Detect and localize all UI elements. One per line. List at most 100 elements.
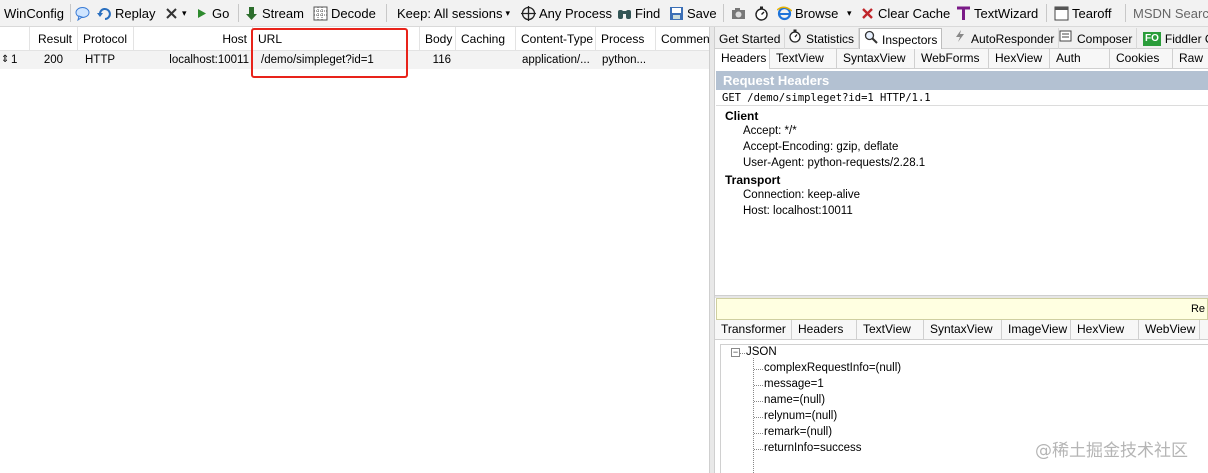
comment-button[interactable] [75,4,90,23]
session-result: 200 [43,54,63,66]
response-tab-textview[interactable]: TextView [857,320,924,340]
json-root-expander[interactable]: − [731,348,740,357]
tab-composer[interactable]: Composer [1055,28,1138,49]
json-node-remark[interactable]: remark=(null) [764,426,832,438]
tab-inspectors-label: Inspectors [882,32,938,47]
json-node-message[interactable]: message=1 [764,378,824,390]
textwizard-button[interactable]: TextWizard [956,4,1038,23]
response-tab-transformer[interactable]: Transformer [715,320,792,340]
toolbar-separator [723,4,724,22]
binoculars-icon [617,6,632,21]
tab-inspectors[interactable]: Inspectors [859,28,943,50]
timer-button[interactable] [754,4,769,23]
request-tab-textview[interactable]: TextView [770,49,837,69]
request-tab-cookies[interactable]: Cookies [1110,49,1173,69]
decode-label: Decode [331,6,376,21]
msdn-search-field[interactable]: MSDN Searc [1133,4,1208,23]
any-process-button[interactable]: Any Process [521,4,612,23]
header-group-client[interactable]: Client [725,109,758,123]
request-tab-syntaxview[interactable]: SyntaxView [837,49,915,69]
clear-cache-button[interactable]: Clear Cache [860,4,950,23]
request-tab-webforms[interactable]: WebForms [915,49,989,69]
header-host[interactable]: Host: localhost:10011 [743,205,853,217]
play-icon [194,6,209,21]
screenshot-button[interactable] [731,4,746,23]
response-tab-hexview[interactable]: HexView [1071,320,1139,340]
header-user-agent[interactable]: User-Agent: python-requests/2.28.1 [743,157,925,169]
json-node-relynum[interactable]: relynum=(null) [764,410,837,422]
request-tab-headers[interactable]: Headers [715,49,770,69]
tab-fiddler-orchestra[interactable]: FO Fiddler Or [1139,28,1208,49]
find-button[interactable]: Find [617,4,660,23]
json-node-name[interactable]: name=(null) [764,394,825,406]
column-header-host[interactable]: Host [134,27,253,51]
tree-connector [754,369,763,370]
json-node-complexrequestinfo[interactable]: complexRequestInfo=(null) [764,362,901,374]
header-accept-encoding[interactable]: Accept-Encoding: gzip, deflate [743,141,898,153]
stopwatch-icon [754,6,769,21]
inspector-pane: Get Started Statistics Inspectors AutoRe… [715,27,1208,473]
magnifier-icon [864,30,878,50]
fo-badge-icon: FO [1143,31,1161,46]
toolbar-separator [1125,4,1126,22]
browse-dropdown[interactable]: ▾ [847,4,852,23]
header-accept[interactable]: Accept: */* [743,125,797,137]
save-label: Save [687,6,717,21]
column-header-process[interactable]: Process [596,27,656,51]
column-header-protocol[interactable]: Protocol [78,27,134,51]
tab-autoresponder[interactable]: AutoResponder [949,28,1060,49]
crosshair-icon [521,6,536,21]
request-tab-auth[interactable]: Auth [1050,49,1110,69]
session-caching [456,51,516,69]
response-tab-webview[interactable]: WebView [1139,320,1200,340]
replay-button[interactable]: Replay [97,4,155,23]
clear-cache-x-icon [860,6,875,21]
tab-statistics[interactable]: Statistics [784,28,860,49]
header-connection[interactable]: Connection: keep-alive [743,189,860,201]
save-button[interactable]: Save [669,4,717,23]
tab-get-started-label: Get Started [719,31,781,46]
session-process: python... [602,54,647,66]
column-header-url[interactable]: URL [253,27,420,51]
column-header-comment[interactable]: Comment [656,27,709,51]
tab-composer-label: Composer [1077,31,1133,46]
json-root-node[interactable]: JSON [746,346,777,358]
decode-button[interactable]: Decode [313,4,376,23]
winconfig-button[interactable]: WinConfig [4,4,64,23]
response-info-bar[interactable]: Re [716,298,1208,320]
remove-button[interactable]: ▾ [164,4,187,23]
chevron-down-icon: ▾ [182,8,187,18]
go-button[interactable]: Go [194,4,229,23]
column-header-result[interactable]: Result [30,27,78,51]
replay-icon [97,6,112,21]
json-node-returninfo[interactable]: returnInfo=success [764,442,861,454]
column-header-caching[interactable]: Caching [456,27,516,51]
header-group-transport[interactable]: Transport [725,173,780,187]
request-tab-hexview[interactable]: HexView [989,49,1050,69]
go-label: Go [212,6,230,21]
tab-statistics-label: Statistics [806,31,855,46]
tab-get-started[interactable]: Get Started [715,28,786,49]
response-tab-headers[interactable]: Headers [792,320,857,340]
session-body: 116 [432,54,451,66]
tree-connector [754,401,763,402]
response-tab-imageview[interactable]: ImageView [1002,320,1071,340]
tearoff-button[interactable]: Tearoff [1054,4,1112,23]
browse-button[interactable]: Browse [776,4,838,23]
session-row[interactable]: ⇕ 1 200 HTTP localhost:10011 /demo/simpl… [0,51,709,69]
keep-sessions-dropdown[interactable]: Keep: All sessions ▾ [397,4,510,23]
stopwatch-icon [788,29,802,49]
clear-cache-label: Clear Cache [878,6,951,21]
camera-icon [731,6,746,21]
tab-fiddler-orchestra-label: Fiddler Or [1164,31,1208,46]
response-tab-syntaxview[interactable]: SyntaxView [924,320,1002,340]
column-header-content-type[interactable]: Content-Type [516,27,596,51]
tree-connector [740,353,745,354]
stream-button[interactable]: Stream [244,4,304,23]
column-header-number[interactable] [0,27,30,51]
request-tab-raw[interactable]: Raw [1173,49,1208,69]
textwizard-label: TextWizard [974,6,1039,21]
session-protocol: HTTP [85,54,116,66]
column-header-body[interactable]: Body [420,27,456,51]
request-tab-strip: Headers TextView SyntaxView WebForms Hex… [715,49,1208,69]
